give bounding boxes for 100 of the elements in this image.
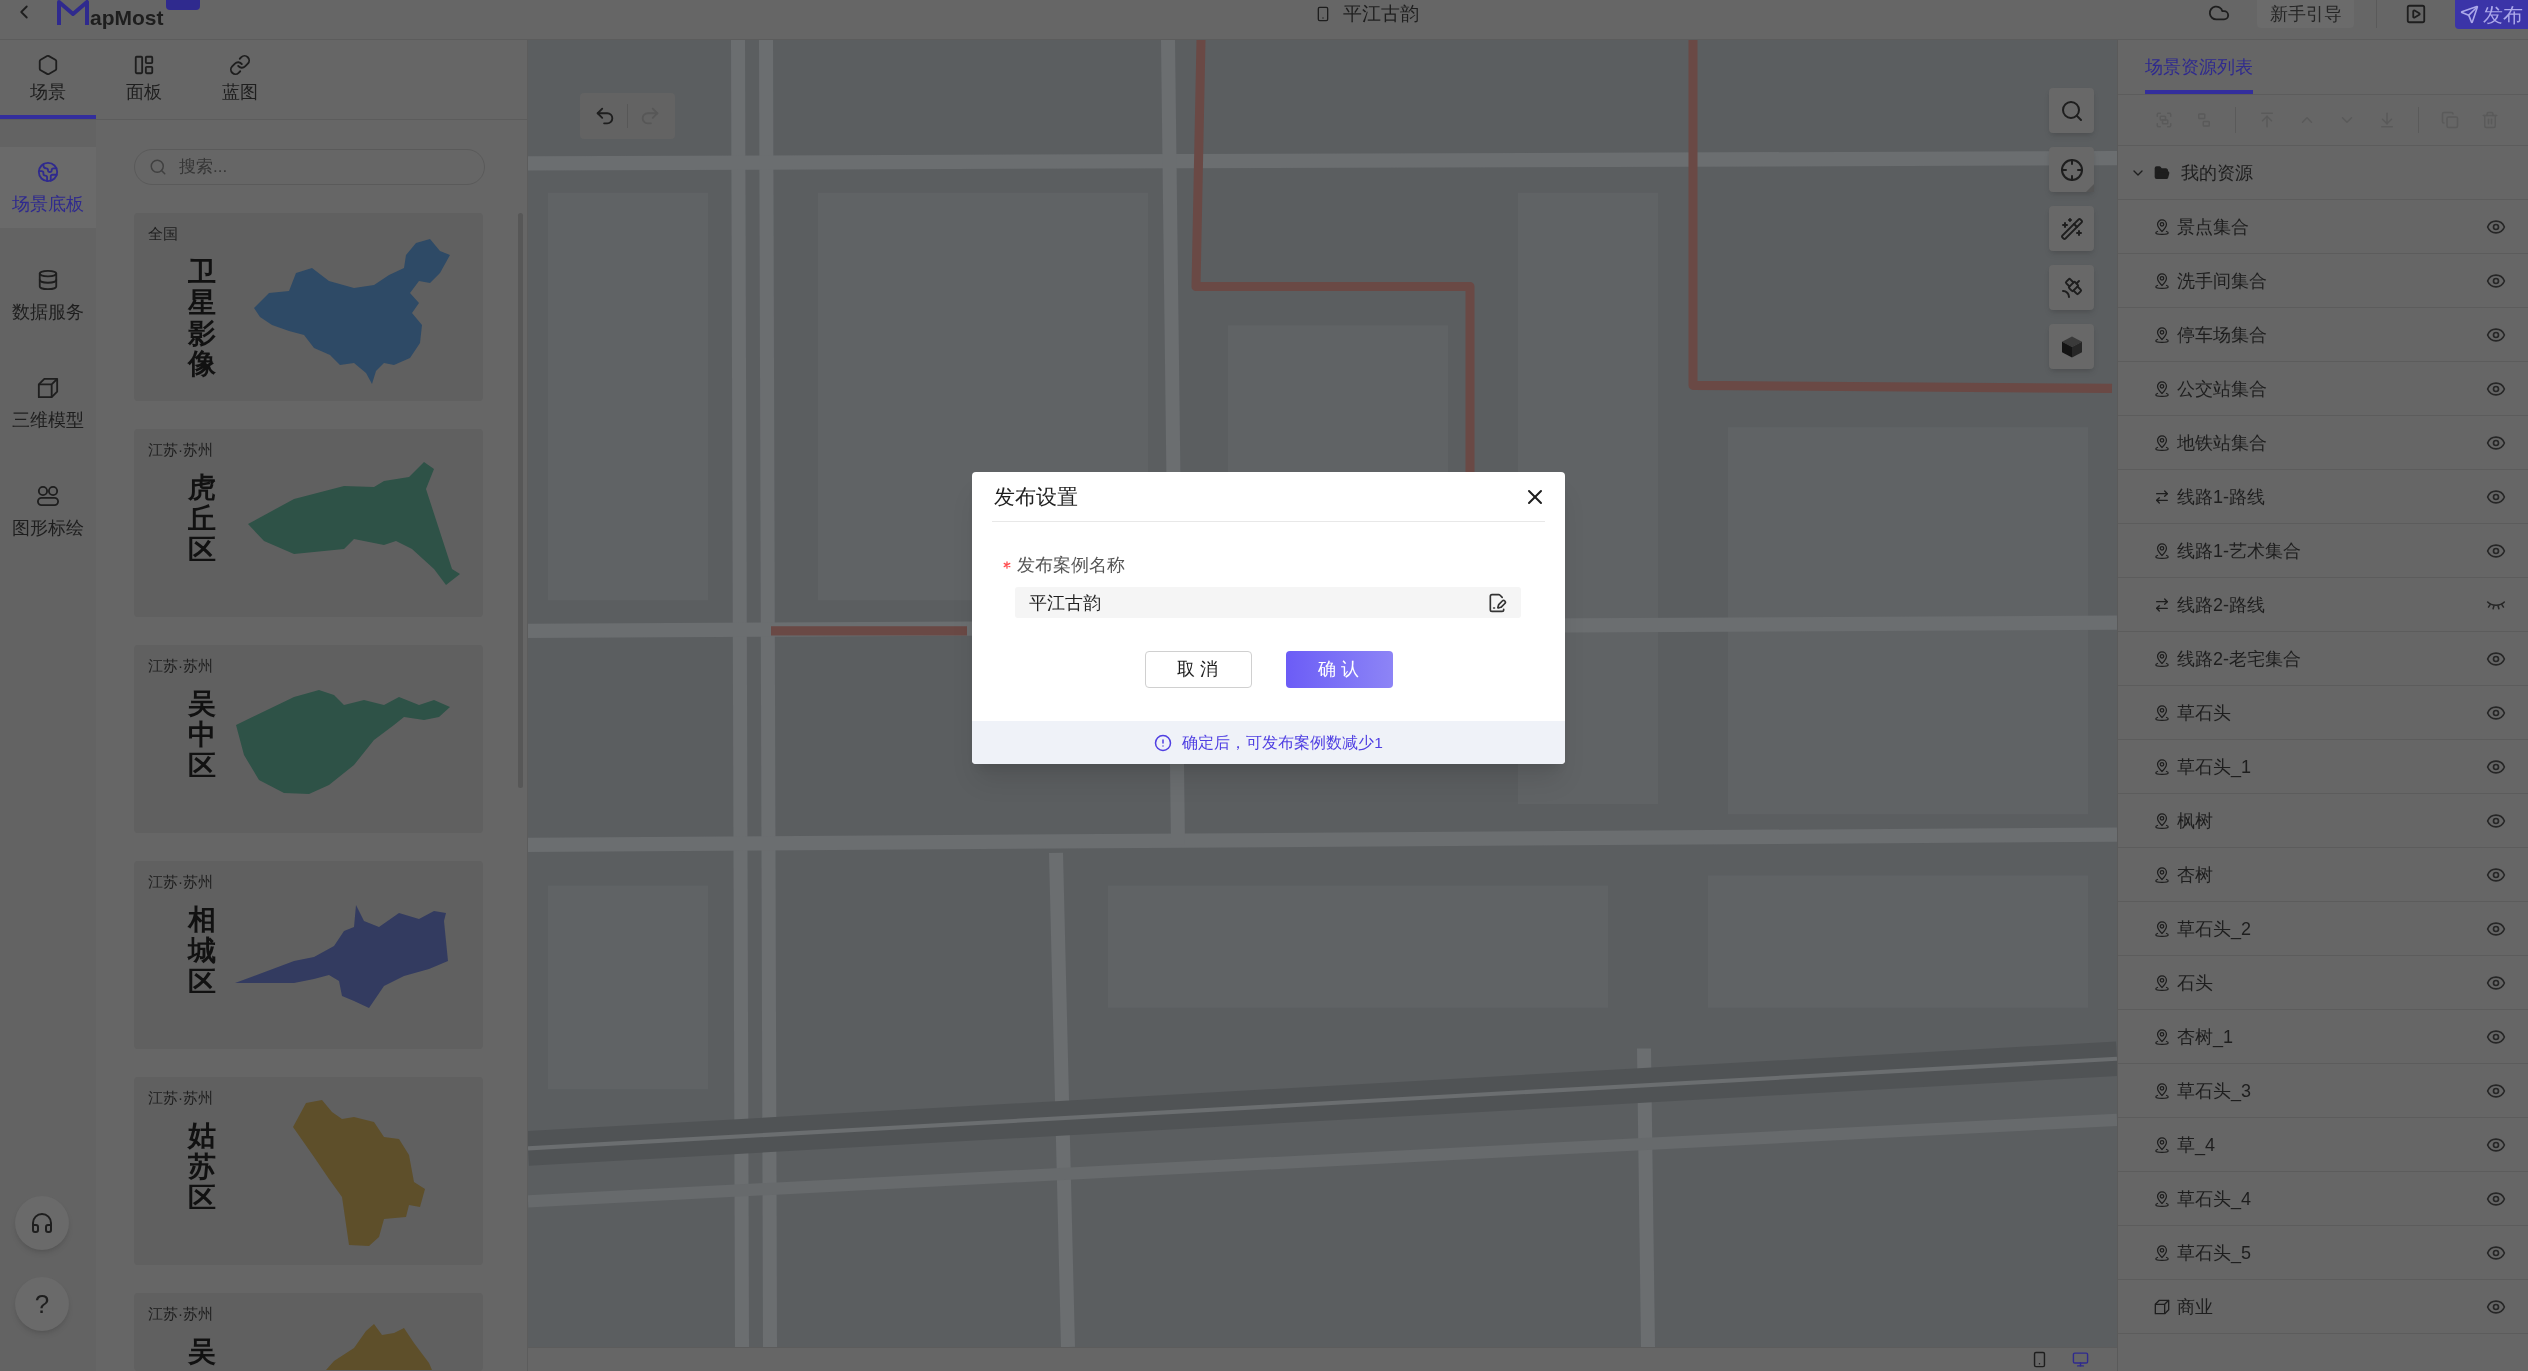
tree-item[interactable]: 杏树	[2118, 848, 2528, 902]
map-pin-icon	[2154, 434, 2170, 451]
notice-text: 确定后，可发布案例数减少1	[1182, 732, 1383, 753]
map-pin-icon	[2154, 1082, 2170, 1099]
cancel-button[interactable]: 取 消	[1144, 651, 1252, 688]
panel-tab[interactable]: 蓝图	[192, 40, 288, 119]
name-input[interactable]: 平江古韵	[1015, 587, 1521, 618]
link-icon	[229, 53, 251, 76]
swap-arrows-icon	[2154, 488, 2170, 505]
base-map-card[interactable]: 江苏·苏州 吴中区	[134, 645, 483, 833]
search-icon	[2059, 98, 2084, 123]
tree-item[interactable]: 草石头_1	[2118, 740, 2528, 794]
publish-button[interactable]: 发布	[2455, 0, 2528, 29]
send-icon	[2460, 5, 2479, 24]
nav-item[interactable]: 场景底板	[0, 147, 96, 228]
desktop-view-button[interactable]	[2071, 1350, 2089, 1369]
tree-item[interactable]: 草石头_2	[2118, 902, 2528, 956]
card-title: 相城区	[188, 905, 216, 998]
tree-item[interactable]: 石头	[2118, 956, 2528, 1010]
tree-item[interactable]: 公交站集合	[2118, 362, 2528, 416]
crosshair-icon	[2059, 157, 2084, 182]
card-title: 吴中区	[188, 689, 216, 782]
corner-triangle-icon	[2086, 184, 2094, 192]
cube-icon	[2154, 1298, 2170, 1315]
magic-wand-button[interactable]	[2049, 206, 2094, 251]
logo-text: apMost	[90, 6, 164, 30]
region-label: 江苏·苏州	[148, 441, 214, 459]
tree-item[interactable]: 线路2-老宅集合	[2118, 632, 2528, 686]
base-map-card[interactable]: 江苏·苏州 姑苏区	[134, 1077, 483, 1265]
base-map-card[interactable]: 江苏·苏州 相城区	[134, 861, 483, 1049]
region-label: 江苏·苏州	[148, 873, 214, 891]
map-pin-icon	[2154, 704, 2170, 721]
map-pin-icon	[2154, 1028, 2170, 1045]
model-button[interactable]	[2049, 324, 2094, 369]
confirm-button[interactable]: 确 认	[1285, 651, 1393, 688]
support-button[interactable]	[15, 1196, 69, 1250]
phone-icon	[1315, 5, 1331, 23]
panel-tab[interactable]: 面板	[96, 40, 192, 119]
map-pin-icon	[2154, 866, 2170, 883]
scene-title: 平江古韵	[1343, 3, 1419, 25]
nav-item[interactable]: 数据服务	[0, 255, 96, 336]
map-pin-icon	[2154, 812, 2170, 829]
database-icon	[37, 268, 59, 291]
nav-item[interactable]: 图形标绘	[0, 471, 96, 552]
base-map-card[interactable]: 江苏·苏州 虎丘区	[134, 429, 483, 617]
swap-arrows-icon	[2154, 596, 2170, 613]
folder-row[interactable]: 我的资源	[2118, 146, 2528, 200]
cube-icon	[37, 376, 59, 399]
tree-item[interactable]: 洗手间集合	[2118, 254, 2528, 308]
map-pin-icon	[2154, 974, 2170, 991]
map-search-button[interactable]	[2049, 88, 2094, 133]
tree-item[interactable]: 线路2-路线	[2118, 578, 2528, 632]
region-label: 江苏·苏州	[148, 657, 214, 675]
undo-icon	[594, 105, 616, 127]
tree-item[interactable]: 停车场集合	[2118, 308, 2528, 362]
tree-item[interactable]: 草石头	[2118, 686, 2528, 740]
map-pin-icon	[2154, 542, 2170, 559]
map-pin-icon	[2154, 1190, 2170, 1207]
base-map-card[interactable]: 江苏·苏州 吴	[134, 1293, 483, 1371]
map-pin-icon	[2154, 1136, 2170, 1153]
tree-item[interactable]: 商业	[2118, 1280, 2528, 1334]
eye-closed-icon[interactable]	[2486, 599, 2506, 610]
map-pin-icon	[2154, 650, 2170, 667]
tree-item[interactable]: 枫树	[2118, 794, 2528, 848]
map-pin-icon	[2154, 758, 2170, 775]
shapes-icon	[37, 484, 59, 507]
region-label: 江苏·苏州	[148, 1305, 214, 1323]
card-title: 虎丘区	[188, 473, 216, 566]
tree-item[interactable]: 草石头_5	[2118, 1226, 2528, 1280]
tree-item[interactable]: 草石头_4	[2118, 1172, 2528, 1226]
globe-icon	[37, 160, 59, 183]
base-map-card[interactable]: 全国 卫星影像	[134, 213, 483, 401]
tag-icon	[165, 0, 200, 10]
help-button[interactable]: ?	[15, 1277, 69, 1331]
tree-item[interactable]: 景点集合	[2118, 200, 2528, 254]
headset-icon	[30, 1211, 54, 1235]
folder-icon	[2154, 164, 2170, 181]
layout-icon	[133, 53, 155, 76]
resource-tab[interactable]: 场景资源列表	[2145, 40, 2253, 94]
info-icon	[1154, 733, 1173, 752]
search-icon	[149, 158, 167, 176]
satellite-button[interactable]	[2049, 265, 2094, 310]
locate-button[interactable]	[2049, 147, 2094, 192]
tree-item[interactable]: 地铁站集合	[2118, 416, 2528, 470]
tree-item[interactable]: 杏树_1	[2118, 1010, 2528, 1064]
map-pin-icon	[2154, 326, 2170, 343]
tree-item[interactable]: 线路1-路线	[2118, 470, 2528, 524]
satellite-icon	[2059, 275, 2084, 300]
card-title: 吴	[188, 1337, 216, 1368]
map-pin-icon	[2154, 380, 2170, 397]
tree-item[interactable]: 线路1-艺术集合	[2118, 524, 2528, 578]
card-title: 卫星影像	[188, 257, 216, 381]
logo-icon	[56, 0, 90, 26]
tree-item[interactable]: 草石头_3	[2118, 1064, 2528, 1118]
tree-item[interactable]: 草_4	[2118, 1118, 2528, 1172]
preview-button[interactable]	[2405, 3, 2427, 25]
cube-icon	[2059, 334, 2084, 359]
nav-item[interactable]: 三维模型	[0, 363, 96, 444]
guide-button[interactable]: 新手引导	[2257, 0, 2354, 28]
region-label: 江苏·苏州	[148, 1089, 214, 1107]
